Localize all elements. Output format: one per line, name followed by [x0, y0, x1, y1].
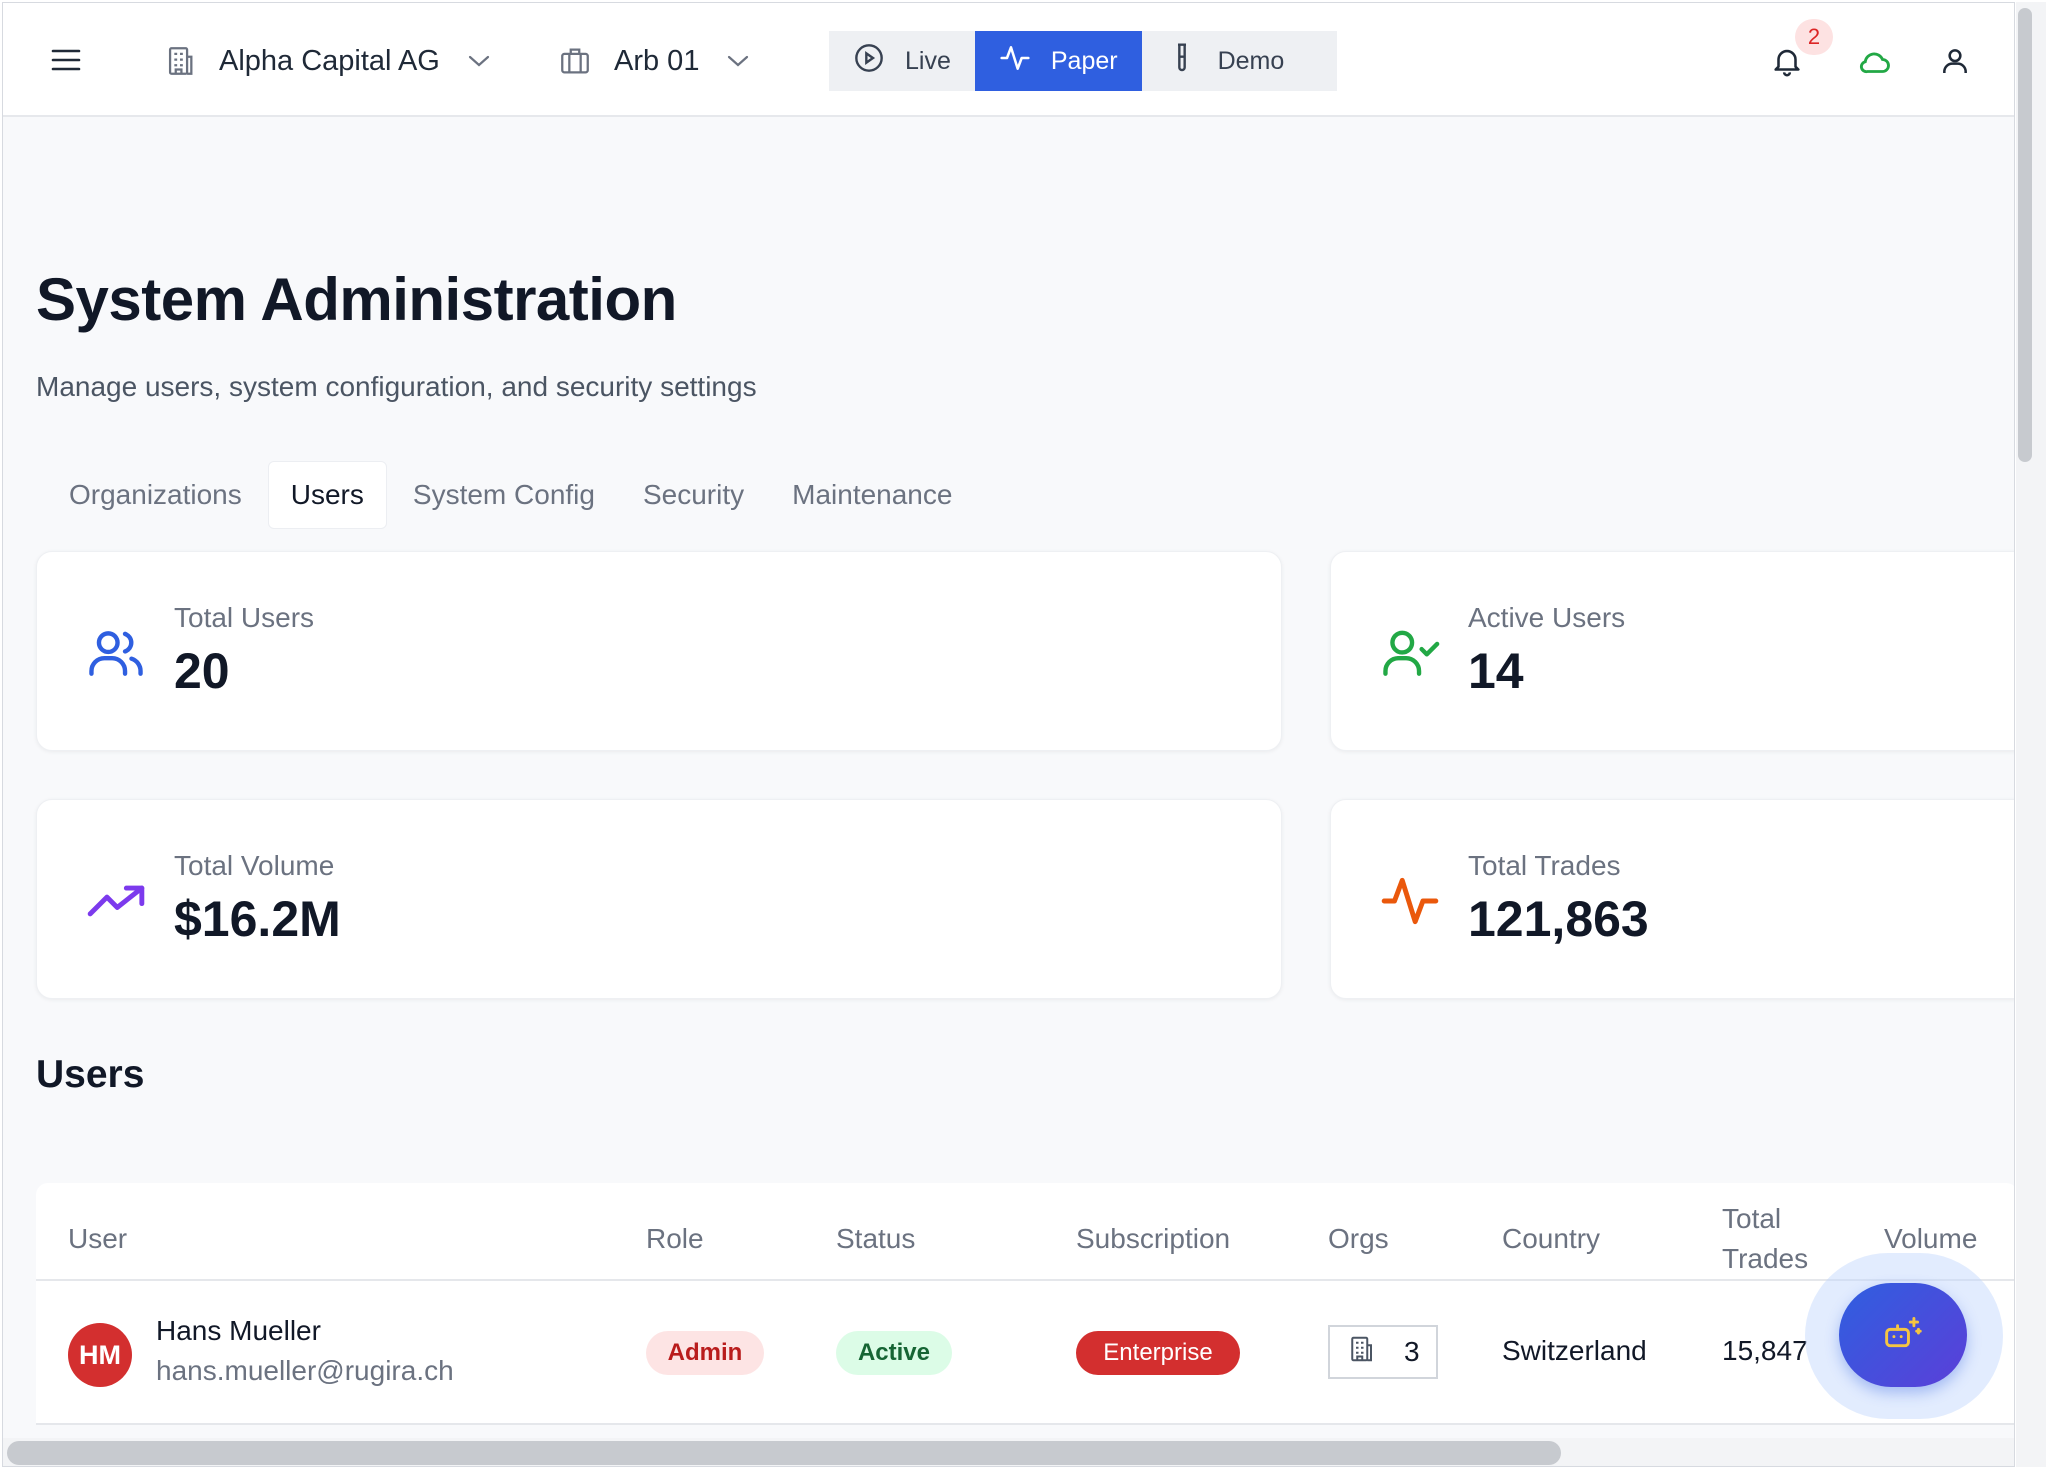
account-name: Arb 01: [614, 44, 700, 77]
mode-paper-label: Paper: [1050, 46, 1118, 75]
stat-value: $16.2M: [174, 891, 341, 947]
vertical-scrollbar[interactable]: [2016, 2, 2046, 1467]
mode-live-label: Live: [905, 46, 951, 75]
table-row-divider: [36, 1423, 2014, 1425]
trading-mode-switch: Live Paper Demo: [829, 31, 1337, 91]
stat-value: 20: [174, 643, 230, 699]
mode-paper-button[interactable]: Paper: [974, 31, 1142, 91]
user-total-trades: 15,847: [1722, 1335, 1808, 1366]
building-icon: [1346, 1334, 1376, 1371]
ai-assistant-button[interactable]: [1839, 1283, 1967, 1387]
stat-card-active-users: Active Users 14: [1330, 551, 2014, 751]
avatar: HM: [68, 1323, 132, 1387]
stat-label: Active Users: [1468, 602, 1626, 633]
building-icon: [163, 44, 197, 78]
organization-name: Alpha Capital AG: [219, 44, 440, 77]
activity-icon: [999, 42, 1031, 81]
stat-label: Total Users: [174, 602, 315, 633]
tab-maintenance[interactable]: Maintenance: [770, 461, 974, 529]
stat-card-total-trades: Total Trades 121,863: [1330, 799, 2014, 999]
column-header-role[interactable]: Role: [646, 1219, 704, 1259]
briefcase-icon: [558, 44, 592, 78]
table-header-divider: [36, 1279, 2014, 1281]
app-window: Alpha Capital AG Arb 01 Live Paper Demo …: [2, 2, 2015, 1467]
role-badge: Admin: [646, 1331, 764, 1375]
user-icon[interactable]: [1935, 41, 1975, 81]
user-email: hans.mueller@rugira.ch: [156, 1355, 454, 1386]
user-check-icon: [1379, 622, 1441, 684]
stat-label: Total Trades: [1468, 850, 1621, 881]
chevron-down-icon: [727, 54, 749, 68]
user-country: Switzerland: [1502, 1335, 1647, 1366]
tab-system-config[interactable]: System Config: [391, 461, 617, 529]
column-header-status[interactable]: Status: [836, 1219, 915, 1259]
column-header-user[interactable]: User: [68, 1219, 127, 1259]
notification-count-badge: 2: [1795, 19, 1833, 55]
page-title: System Administration: [36, 266, 677, 333]
stat-label: Total Volume: [174, 850, 335, 881]
stat-card-total-users: Total Users 20: [36, 551, 1282, 751]
menu-icon[interactable]: [51, 43, 87, 77]
mode-live-button[interactable]: Live: [829, 31, 975, 91]
tab-security[interactable]: Security: [621, 461, 766, 529]
horizontal-scrollbar[interactable]: [3, 1438, 2014, 1466]
users-section-title: Users: [36, 1053, 145, 1096]
test-tube-icon: [1166, 42, 1198, 81]
activity-icon: [1379, 870, 1441, 932]
subscription-badge: Enterprise: [1076, 1331, 1240, 1375]
top-bar: Alpha Capital AG Arb 01 Live Paper Demo …: [3, 3, 2014, 117]
status-badge: Active: [836, 1331, 952, 1375]
tab-organizations[interactable]: Organizations: [47, 461, 264, 529]
column-header-orgs[interactable]: Orgs: [1328, 1219, 1389, 1259]
play-circle-icon: [853, 42, 885, 81]
admin-tabs: Organizations Users System Config Securi…: [47, 461, 978, 529]
chevron-down-icon: [468, 54, 490, 68]
users-icon: [85, 622, 147, 684]
page-subtitle: Manage users, system configuration, and …: [36, 371, 757, 402]
account-selector[interactable]: Arb 01: [558, 39, 749, 83]
user-name: Hans Mueller: [156, 1315, 321, 1346]
column-header-country[interactable]: Country: [1502, 1219, 1600, 1259]
column-header-subscription[interactable]: Subscription: [1076, 1219, 1230, 1259]
orgs-count-button[interactable]: 3: [1328, 1325, 1438, 1379]
cloud-icon[interactable]: [1855, 41, 1895, 81]
stat-value: 121,863: [1468, 891, 1649, 947]
users-table: User Role Status Subscription Orgs Count…: [36, 1183, 2014, 1425]
mode-demo-button[interactable]: Demo: [1142, 31, 1309, 91]
stat-value: 14: [1468, 643, 1524, 699]
orgs-count: 3: [1404, 1336, 1420, 1367]
app-frame: Alpha Capital AG Arb 01 Live Paper Demo …: [0, 0, 2046, 1484]
tab-users[interactable]: Users: [267, 461, 387, 529]
column-header-total-trades[interactable]: Total Trades: [1722, 1199, 1832, 1279]
mode-demo-label: Demo: [1217, 46, 1285, 75]
bot-sparkle-icon: [1881, 1313, 1925, 1358]
organization-selector[interactable]: Alpha Capital AG: [163, 39, 490, 83]
horizontal-scrollbar-thumb[interactable]: [7, 1441, 1561, 1465]
vertical-scrollbar-thumb[interactable]: [2018, 8, 2032, 462]
stat-card-total-volume: Total Volume $16.2M: [36, 799, 1282, 999]
trending-up-icon: [85, 870, 147, 932]
